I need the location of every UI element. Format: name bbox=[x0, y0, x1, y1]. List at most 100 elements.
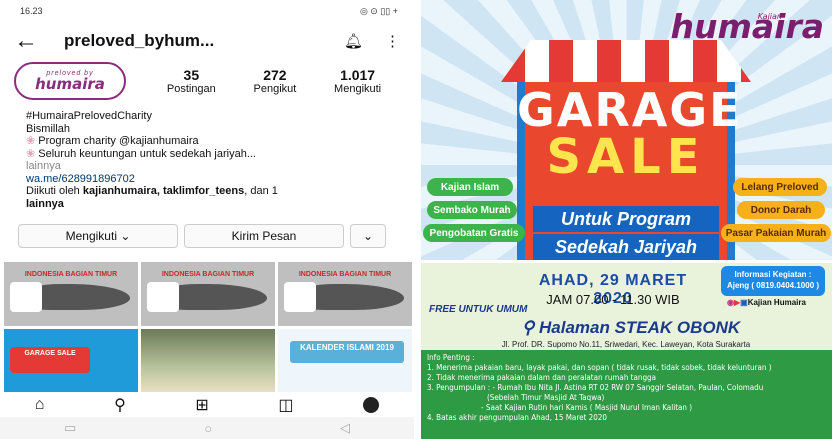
followed-by-text[interactable]: Diikuti oleh kajianhumaira, taklimfor_te… bbox=[26, 185, 388, 198]
post-title: INDONESIA BAGIAN TIMUR bbox=[24, 271, 118, 278]
more-options-icon[interactable]: ⋮ bbox=[385, 32, 400, 50]
status-icons: ◎ ⊙ ▯▯ + bbox=[359, 5, 398, 16]
post-title: INDONESIA BAGIAN TIMUR bbox=[161, 271, 255, 278]
profile-summary: preloved by humaira 35 Postingan 272 Pengi… bbox=[0, 60, 414, 102]
bottom-navigation: ⌂ ⚲ ⊞ ◫ bbox=[0, 393, 414, 417]
poster-title-sale: SALE bbox=[546, 129, 706, 185]
shop-icon[interactable]: ◫ bbox=[278, 395, 293, 415]
info-line: (Sebelah Timur Masjid At Taqwa) bbox=[487, 393, 605, 402]
followed-more: lainnya bbox=[26, 197, 64, 210]
poster-brand-logo: Kajian humaira bbox=[671, 10, 825, 43]
post-thumbnail[interactable]: INDONESIA BAGIAN TIMUR bbox=[141, 262, 275, 326]
info-line: 1. Menerima pakaian baru, layak pakai, d… bbox=[427, 363, 772, 372]
left-tag: Sembako Murah bbox=[427, 201, 517, 219]
info-heading: Info Penting : bbox=[427, 353, 475, 362]
location-pin-icon: ⚲ bbox=[521, 318, 539, 337]
left-tag: Pengobatan Gratis bbox=[423, 224, 525, 242]
bio-more-link[interactable]: lainnya bbox=[26, 160, 388, 173]
stat-followers-label: Pengikut bbox=[253, 83, 297, 95]
post-thumbnail[interactable]: GARAGE SALE bbox=[4, 328, 138, 392]
post-thumbnail[interactable]: KALENDER ISLAMI 2019 bbox=[278, 328, 412, 392]
posts-grid: INDONESIA BAGIAN TIMUR INDONESIA BAGIAN … bbox=[4, 262, 412, 392]
post-thumbnail[interactable]: INDONESIA BAGIAN TIMUR bbox=[278, 262, 412, 326]
followed-prefix: Diikuti oleh bbox=[26, 185, 83, 197]
post-card-graphic bbox=[147, 282, 179, 312]
stat-posts[interactable]: 35 Postingan bbox=[167, 67, 216, 95]
bio-website-link[interactable]: wa.me/628991896702 bbox=[26, 173, 388, 186]
social-handles: ◉▶▣Kajian Humaira bbox=[727, 298, 806, 307]
venue-address: Jl. Prof. DR. Supomo No.11, Sriwedari, K… bbox=[501, 340, 751, 349]
free-label: FREE UNTUK UMUM bbox=[429, 304, 528, 315]
venue-text: Halaman STEAK OBONK bbox=[538, 318, 741, 337]
search-icon[interactable]: ⚲ bbox=[114, 395, 126, 415]
status-bar: 16.23 ◎ ⊙ ▯▯ + bbox=[0, 0, 414, 22]
bio-program-text: Program charity @kajianhumaira bbox=[38, 135, 199, 147]
avatar-brand: humaira bbox=[35, 75, 105, 93]
info-line: - Saat Kajian Rutin hari Kamis ( Masjid … bbox=[481, 403, 693, 412]
store-awning bbox=[501, 40, 751, 82]
back-button-icon[interactable]: ◁ bbox=[340, 420, 350, 436]
system-navigation: ▭ ○ ◁ bbox=[0, 417, 414, 439]
bio-profit-text: Seluruh keuntungan untuk sedekah jariyah… bbox=[38, 147, 256, 160]
info-title: Informasi Kegiatan : bbox=[734, 270, 812, 279]
info-contact: Ajeng ( 0819.0404.1000 ) bbox=[726, 281, 820, 290]
status-time: 16.23 bbox=[20, 6, 43, 16]
info-line: 2. Tidak menerima pakaian dalam dan pera… bbox=[427, 373, 657, 382]
followed-names: kajianhumaira, taklimfor_teens bbox=[82, 185, 245, 197]
instagram-profile-screen: 16.23 ◎ ⊙ ▯▯ + ← preloved_byhum... 🔔︎ ⋮ … bbox=[0, 0, 414, 439]
important-info-panel: Info Penting : 1. Menerima pakaian baru,… bbox=[421, 350, 832, 439]
post-calendar-title: KALENDER ISLAMI 2019 bbox=[290, 340, 404, 363]
stat-following-label: Mengikuti bbox=[334, 83, 382, 95]
back-arrow-icon[interactable]: ← bbox=[14, 27, 54, 55]
facebook-icon: ▣ bbox=[740, 298, 748, 307]
poster-title-garage: GARAGE bbox=[517, 83, 743, 137]
info-line: 4. Batas akhir pengumpulan Ahad, 15 Mare… bbox=[427, 413, 607, 422]
post-thumbnail[interactable] bbox=[141, 328, 275, 392]
info-line: 3. Pengumpulan : - Rumah Ibu Nita Jl. As… bbox=[427, 383, 764, 392]
stat-followers-value: 272 bbox=[263, 67, 287, 83]
suggested-accounts-button[interactable]: ⌄ bbox=[350, 224, 386, 248]
instagram-icon: ◉ bbox=[727, 298, 734, 307]
home-button-icon[interactable]: ○ bbox=[204, 421, 212, 436]
profile-username: preloved_byhum... bbox=[64, 31, 215, 50]
flower-icon: ❀ bbox=[26, 147, 39, 160]
social-name: Kajian Humaira bbox=[747, 298, 806, 307]
right-tag: Donor Darah bbox=[737, 201, 825, 219]
profile-actions: Mengikuti ⌄ Kirim Pesan ⌄ bbox=[0, 210, 414, 248]
avatar[interactable]: preloved by humaira bbox=[14, 62, 126, 100]
event-time: JAM 07.00 - 11.30 WIB bbox=[546, 292, 680, 307]
post-garage-sale: GARAGE SALE bbox=[10, 346, 90, 373]
bio-hashtag[interactable]: #HumairaPrelovedCharity bbox=[26, 110, 388, 123]
stat-posts-label: Postingan bbox=[166, 83, 216, 95]
bio-line: Bismillah bbox=[26, 122, 71, 135]
flower-icon: ❀ bbox=[26, 135, 39, 147]
stat-followers[interactable]: 272 Pengikut bbox=[254, 67, 297, 95]
stat-following-value: 1.017 bbox=[340, 67, 376, 83]
recent-apps-icon[interactable]: ▭ bbox=[64, 420, 76, 436]
profile-avatar-icon[interactable] bbox=[363, 397, 380, 413]
profile-bio: #HumairaPrelovedCharity Bismillah ❀ Prog… bbox=[0, 102, 414, 210]
bio-line: ❀ Program charity @kajianhumaira bbox=[26, 135, 388, 148]
info-contact-box: Informasi Kegiatan : Ajeng ( 0819.0404.10… bbox=[721, 266, 825, 296]
post-thumbnail[interactable]: INDONESIA BAGIAN TIMUR bbox=[4, 262, 138, 326]
notification-bell-icon[interactable]: 🔔︎ bbox=[344, 32, 363, 50]
stat-following[interactable]: 1.017 Mengikuti bbox=[334, 67, 381, 95]
sedekah-banner: Sedekah Jariyah bbox=[533, 234, 719, 260]
following-button[interactable]: Mengikuti ⌄ bbox=[18, 224, 178, 248]
program-banner: Untuk Program bbox=[533, 206, 719, 232]
profile-header: ← preloved_byhum... 🔔︎ ⋮ bbox=[0, 22, 414, 60]
new-post-icon[interactable]: ⊞ bbox=[195, 395, 208, 415]
post-card-graphic bbox=[10, 282, 42, 312]
home-icon[interactable]: ⌂ bbox=[35, 396, 45, 414]
stat-posts-value: 35 bbox=[183, 67, 200, 83]
right-tag: Pasar Pakaian Murah bbox=[721, 224, 831, 242]
garage-sale-poster: Kajian humaira GARAGE SALE Untuk Program … bbox=[421, 0, 832, 439]
bio-line: ❀ Seluruh keuntungan untuk sedekah jariy… bbox=[26, 148, 388, 161]
venue-name: ⚲ Halaman STEAK OBONK bbox=[511, 318, 751, 338]
left-tag: Kajian Islam bbox=[427, 178, 513, 196]
post-title: INDONESIA BAGIAN TIMUR bbox=[298, 271, 392, 278]
followed-more-text[interactable]: lainnya bbox=[26, 198, 388, 211]
send-message-button[interactable]: Kirim Pesan bbox=[184, 224, 344, 248]
profile-stats: 35 Postingan 272 Pengikut 1.017 Mengikuti bbox=[126, 67, 400, 95]
followed-suffix: , dan 1 bbox=[244, 185, 278, 197]
